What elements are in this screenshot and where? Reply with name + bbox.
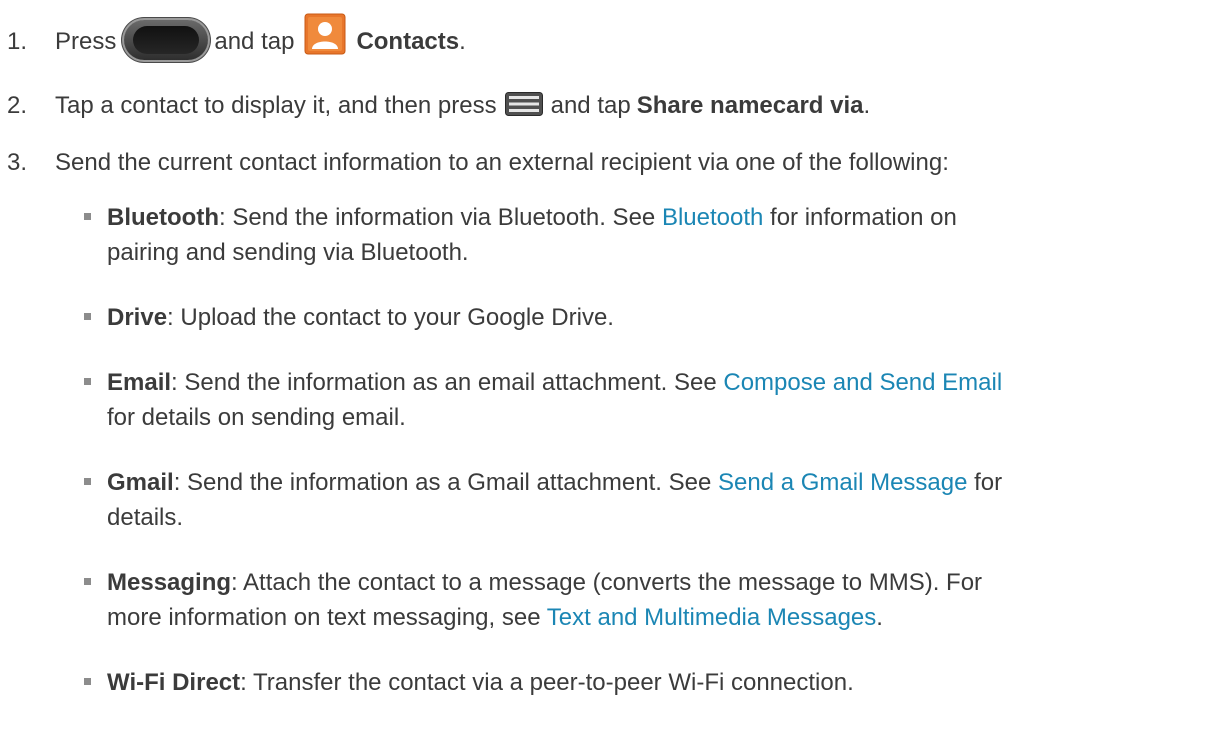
option-text: . [876, 604, 883, 631]
option-text: more information on text messaging, see [107, 604, 547, 631]
step-punctuation: . [459, 28, 466, 55]
home-key-icon [124, 20, 209, 60]
option-text: : Send the information via Bluetooth. Se… [218, 204, 662, 231]
bullet-marker [84, 478, 91, 485]
option-wifi-direct: Wi-Fi Direct: Transfer the contact via a… [84, 665, 1194, 700]
step-text: Tap a contact to display it, and then pr… [55, 92, 497, 119]
step-number: 3. [7, 149, 28, 176]
option-text: details. [107, 504, 184, 531]
option-gmail: Gmail: Send the information as a Gmail a… [84, 465, 1194, 535]
option-drive: Drive: Upload the contact to your Google… [84, 300, 1194, 335]
step-punctuation: . [863, 92, 871, 119]
option-name: Email [107, 369, 172, 396]
bullet-marker [84, 578, 91, 585]
option-bluetooth: Bluetooth: Send the information via Blue… [84, 200, 1194, 270]
bullet-marker [84, 313, 91, 320]
step-1: 1. Press and tap Contacts . [0, 13, 466, 63]
option-name: Bluetooth [107, 204, 219, 231]
option-text: for [967, 469, 1003, 496]
option-text: : Send the information as a Gmail attach… [173, 469, 718, 496]
option-text: : Send the information as an email attac… [171, 369, 724, 396]
step-2: 2. Tap a contact to display it, and then… [0, 92, 870, 120]
option-text: pairing and sending via Bluetooth. [107, 239, 469, 266]
step-text: Send the current contact information to … [55, 149, 949, 176]
option-text: : Upload the contact to your Google Driv… [167, 304, 614, 331]
compose-send-email-link[interactable]: Compose and Send Email [723, 369, 1002, 396]
option-text: for information on [763, 204, 957, 231]
bullet-marker [84, 678, 91, 685]
step-text: and tap [214, 28, 295, 55]
instructions-document: 1. Press and tap Contacts . 2. Tap a con… [0, 0, 1210, 743]
text-multimedia-messages-link[interactable]: Text and Multimedia Messages [547, 604, 876, 631]
bullet-marker [84, 213, 91, 220]
option-email: Email: Send the information as an email … [84, 365, 1194, 435]
option-messaging: Messaging: Attach the contact to a messa… [84, 565, 1194, 635]
menu-key-icon [504, 92, 543, 116]
bullet-marker [84, 378, 91, 385]
option-name: Messaging [107, 569, 232, 596]
step-number: 1. [7, 28, 28, 55]
contacts-app-icon [304, 13, 346, 55]
step-bold-text: Share namecard via [636, 92, 864, 119]
option-name: Drive [107, 304, 168, 331]
option-name: Wi-Fi Direct [107, 669, 241, 696]
step-bold-text: Contacts [356, 28, 460, 55]
step-text: Press [55, 28, 117, 55]
option-name: Gmail [107, 469, 174, 496]
step-3: 3. Send the current contact information … [0, 149, 949, 177]
option-text: : Attach the contact to a message (conve… [231, 569, 983, 596]
step-text: and tap [550, 92, 631, 119]
bluetooth-link[interactable]: Bluetooth [662, 204, 763, 231]
option-text: for details on sending email. [107, 404, 406, 431]
option-text: : Transfer the contact via a peer-to-pee… [240, 669, 854, 696]
step-number: 2. [7, 92, 28, 119]
send-gmail-message-link[interactable]: Send a Gmail Message [718, 469, 967, 496]
